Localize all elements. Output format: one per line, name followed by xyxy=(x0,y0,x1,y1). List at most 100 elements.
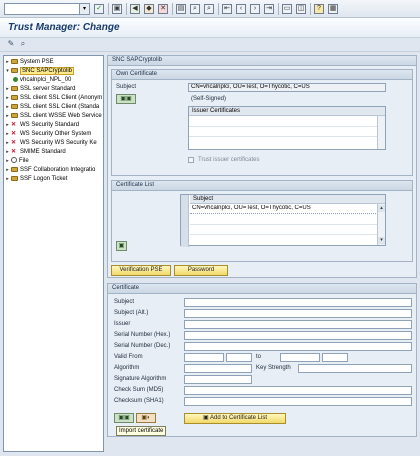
tree-item-ssl-client-anonym[interactable]: ▸ SSL client SSL Client (Anonym xyxy=(4,94,102,103)
status-bar xyxy=(0,452,420,456)
exit-icon[interactable]: ◆ xyxy=(144,4,154,14)
find-next-icon[interactable]: ⌕ xyxy=(204,4,214,14)
tree-item-ssf-collaboration[interactable]: ▸ SSF Collaboration Integratio xyxy=(4,166,95,175)
command-field[interactable]: ▾ xyxy=(4,3,90,15)
tree-item-ws-security-key[interactable]: ▸ ✕ WS Security WS Security Ke xyxy=(4,139,96,148)
certificate-list-title: Certificate List xyxy=(112,181,412,191)
tree-item-ws-security-standard[interactable]: ▸ ✕ WS Security Standard xyxy=(4,121,79,130)
table-row xyxy=(189,136,377,137)
certificate-list-table: Subject CN=vhcalnplci, OU=Test, O=Thycot… xyxy=(180,194,386,247)
password-button[interactable]: Password xyxy=(174,265,228,276)
tree-item-snc-sapcryptolib[interactable]: ▾ SNC SAPCryptolib xyxy=(4,67,75,76)
error-x-icon: ✕ xyxy=(11,140,17,146)
import-certificate-icon[interactable]: ▣▣ xyxy=(114,413,134,423)
display-icon[interactable]: ⌕ xyxy=(18,39,28,49)
customize-icon[interactable]: ▦ xyxy=(328,4,338,14)
last-page-icon[interactable]: ⇥ xyxy=(264,4,274,14)
expand-icon[interactable]: ▸ xyxy=(4,85,11,94)
export-certificate-icon[interactable]: ▣◐ xyxy=(136,413,156,423)
first-page-icon[interactable]: ⇤ xyxy=(222,4,232,14)
application-toolbar: ✎ ⌕ xyxy=(0,38,420,52)
certificate-frame: Certificate Subject Subject (Alt.) Issue… xyxy=(107,283,417,437)
folder-icon xyxy=(11,58,18,64)
certificate-details-icon[interactable]: ▣▣ xyxy=(116,94,136,104)
key-strength-label: Key Strength xyxy=(256,365,291,371)
expand-icon[interactable]: ▸ xyxy=(4,166,11,175)
tree-item-file[interactable]: ▸ File xyxy=(4,157,29,166)
folder-icon xyxy=(11,166,18,172)
expand-icon[interactable]: ▸ xyxy=(4,112,11,121)
subject-label: Subject xyxy=(114,299,135,305)
next-page-icon[interactable]: › xyxy=(250,4,260,14)
algorithm-field xyxy=(184,364,252,373)
scrollbar[interactable]: ▴ ▾ xyxy=(377,204,385,245)
expand-icon[interactable]: ▸ xyxy=(4,121,11,130)
issuer-field xyxy=(184,320,412,329)
shortcut-icon[interactable]: ◫ xyxy=(296,4,306,14)
tree-item-system-pse[interactable]: ▸ System PSE xyxy=(4,58,54,67)
expand-icon[interactable]: ▸ xyxy=(4,130,11,139)
certificate-list-header: Subject xyxy=(190,195,385,204)
main-panel: SNC SAPCryptolib Own Certificate Subject… xyxy=(107,55,417,452)
tree-item-ws-security-other[interactable]: ▸ ✕ WS Security Other System xyxy=(4,130,91,139)
expand-icon[interactable]: ▸ xyxy=(4,94,11,103)
tree-item-ssl-client-wsse[interactable]: ▸ SSL client WSSE Web Service xyxy=(4,112,102,121)
add-icon: ▣ xyxy=(202,415,210,421)
row-selector-column[interactable] xyxy=(181,195,189,247)
expand-icon[interactable]: ▸ xyxy=(4,175,11,184)
add-to-certificate-list-button[interactable]: ▣ Add to Certificate List xyxy=(184,413,286,424)
edit-icon[interactable]: ✎ xyxy=(6,39,16,49)
expand-icon[interactable]: ▸ xyxy=(4,157,11,166)
issuer-label: Issuer xyxy=(114,321,131,327)
certificate-title: Certificate xyxy=(108,284,416,294)
algorithm-label: Algorithm xyxy=(114,365,140,371)
find-icon[interactable]: ⌕ xyxy=(190,4,200,14)
own-certificate-title: Own Certificate xyxy=(112,70,412,80)
chevron-down-icon[interactable]: ▾ xyxy=(79,4,89,14)
valid-from-label: Valid From xyxy=(114,354,143,360)
expand-icon[interactable]: ▸ xyxy=(4,103,11,112)
print-icon[interactable]: ▤ xyxy=(176,4,186,14)
toolbar-separator xyxy=(278,3,279,15)
valid-from-time-field xyxy=(226,353,252,362)
verification-pse-button[interactable]: Verification PSE xyxy=(111,265,171,276)
toolbar-separator xyxy=(126,3,127,15)
table-row xyxy=(190,224,377,225)
cancel-icon[interactable]: ✕ xyxy=(158,4,168,14)
title-bar: Trust Manager: Change xyxy=(0,18,420,38)
tree-item-ssl-client-standard[interactable]: ▸ SSL client SSL Client (Standa xyxy=(4,103,99,112)
tree-item-ssl-server[interactable]: ▸ SSL server Standard xyxy=(4,85,75,94)
to-label: to xyxy=(256,354,262,360)
help-icon[interactable]: ? xyxy=(314,4,324,14)
signature-algorithm-field xyxy=(184,375,252,384)
back-icon[interactable]: ◀ xyxy=(130,4,140,14)
checksum-md5-label: Check Sum (MD5) xyxy=(114,387,164,393)
save-icon[interactable]: ▣ xyxy=(112,4,122,14)
tree-item-vhcalnplci[interactable]: vhcalnplci_NPL_00 xyxy=(13,76,71,85)
key-strength-field xyxy=(298,364,412,373)
prev-page-icon[interactable]: ‹ xyxy=(236,4,246,14)
valid-from-date-field xyxy=(184,353,224,362)
tree-item-smime-standard[interactable]: ▸ ✕ SMIME Standard xyxy=(4,148,65,157)
expand-icon[interactable]: ▸ xyxy=(4,139,11,148)
table-row xyxy=(190,234,377,235)
signature-algorithm-label: Signature Algorithm xyxy=(114,376,167,382)
toolbar-separator xyxy=(218,3,219,15)
trust-issuer-checkbox[interactable] xyxy=(188,157,194,163)
enter-icon[interactable]: ✓ xyxy=(94,4,104,14)
certificate-list-frame: Certificate List Subject CN=vhcalnplci, … xyxy=(111,180,413,262)
scrollbar[interactable] xyxy=(377,116,385,149)
new-session-icon[interactable]: ▭ xyxy=(282,4,292,14)
trust-issuer-label: Trust issuer certificates xyxy=(198,157,260,163)
scroll-down-icon[interactable]: ▾ xyxy=(378,237,385,244)
tree-item-ssf-logon-ticket[interactable]: ▸ SSF Logon Ticket xyxy=(4,175,67,184)
error-x-icon: ✕ xyxy=(11,149,17,155)
expand-icon[interactable]: ▸ xyxy=(4,58,11,67)
toolbar-separator xyxy=(172,3,173,15)
certificate-list-row[interactable]: CN=vhcalnplci, OU=Test, O=Thycotic, C=US xyxy=(190,205,378,214)
export-certificate-icon[interactable]: ▣ xyxy=(116,241,127,251)
scroll-up-icon[interactable]: ▴ xyxy=(378,205,385,212)
collapse-icon[interactable]: ▾ xyxy=(4,67,11,76)
toolbar-separator xyxy=(310,3,311,15)
expand-icon[interactable]: ▸ xyxy=(4,148,11,157)
